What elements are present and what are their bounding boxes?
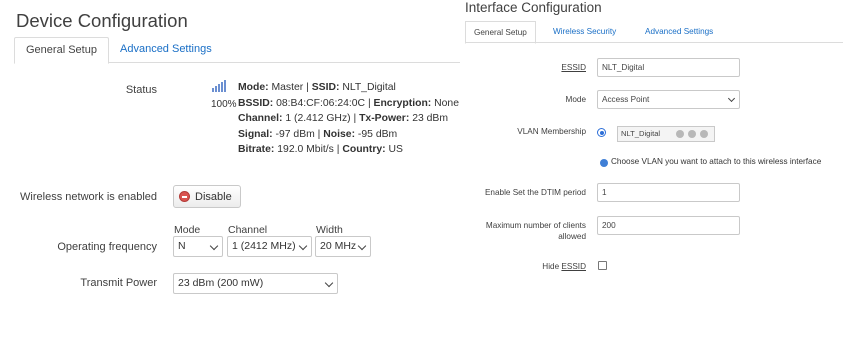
vlan-hint: Choose VLAN you want to attach to this w… (611, 157, 822, 166)
dtim-label: Enable Set the DTIM period (484, 188, 586, 197)
max-clients-input[interactable]: 200 (597, 216, 740, 235)
status-line-channel: Channel: 1 (2.412 GHz) | Tx-Power: 23 dB… (238, 113, 449, 124)
status-line-mode: Mode: Master | SSID: NLT_Digital (238, 82, 396, 93)
transmit-power-label: Transmit Power (80, 277, 157, 289)
tab-advanced-settings[interactable]: Advanced Settings (109, 37, 223, 63)
essid-input[interactable]: NLT_Digital (597, 58, 740, 77)
mode-select[interactable]: Access Point (597, 90, 740, 109)
stop-icon (179, 191, 190, 202)
tab-wireless-security[interactable]: Wireless Security (545, 21, 624, 43)
left-tab-bar: General Setup Advanced Settings (14, 37, 460, 64)
signal-percent: 100% (211, 99, 237, 110)
disable-button[interactable]: Disable (173, 185, 241, 208)
wireless-enabled-label: Wireless network is enabled (20, 191, 157, 203)
operating-frequency-label: Operating frequency (57, 241, 157, 253)
channel-select[interactable]: 1 (2412 MHz) (227, 236, 312, 257)
chevron-down-icon (727, 94, 736, 103)
status-line-bitrate: Bitrate: 192.0 Mbit/s | Country: US (238, 144, 403, 155)
vlan-membership-label: VLAN Membership (517, 127, 586, 136)
chevron-down-icon (209, 241, 219, 251)
interface-configuration-panel: Interface Configuration General Setup Wi… (460, 0, 843, 339)
status-label: Status (125, 84, 157, 96)
transmit-power-select[interactable]: 23 dBm (200 mW) (173, 273, 338, 294)
info-icon (600, 159, 608, 167)
chevron-down-icon (298, 241, 308, 251)
tab-advanced-settings[interactable]: Advanced Settings (637, 21, 721, 43)
signal-strength-icon (212, 80, 226, 92)
width-select[interactable]: 20 MHz (315, 236, 371, 257)
page-title: Device Configuration (16, 10, 188, 31)
mode-label: Mode (565, 95, 586, 104)
channel-column-label: Channel (228, 224, 268, 236)
interface-title: Interface Configuration (465, 0, 602, 15)
device-configuration-panel: Device Configuration General Setup Advan… (0, 0, 460, 339)
vlan-tag: NLT_Digital (617, 126, 715, 142)
right-tab-bar: General Setup Wireless Security Advanced… (465, 21, 843, 44)
hide-essid-label: Hide ESSID (542, 262, 586, 271)
status-line-signal: Signal: -97 dBm | Noise: -95 dBm (238, 128, 398, 140)
chevron-down-icon (324, 278, 334, 288)
wifi-icon (688, 130, 696, 138)
vlan-radio[interactable] (597, 128, 606, 137)
wifi-icon (700, 130, 708, 138)
max-clients-label: Maximum number of clients allowed (485, 221, 586, 241)
status-line-bssid: BSSID: 08:B4:CF:06:24:0C | Encryption: N… (238, 97, 459, 109)
network-icon (676, 130, 684, 138)
chevron-down-icon (357, 241, 367, 251)
status-details: Mode: Master | SSID: NLT_Digital BSSID: … (238, 80, 459, 158)
dtim-input[interactable]: 1 (597, 183, 740, 202)
disable-button-label: Disable (195, 190, 232, 203)
width-column-label: Width (316, 224, 343, 236)
mode-select[interactable]: N (173, 236, 223, 257)
mode-column-label: Mode (174, 224, 201, 236)
tab-general-setup[interactable]: General Setup (14, 37, 109, 64)
essid-label: ESSID (561, 63, 586, 72)
tab-general-setup[interactable]: General Setup (465, 21, 536, 44)
hide-essid-checkbox[interactable] (598, 261, 607, 270)
